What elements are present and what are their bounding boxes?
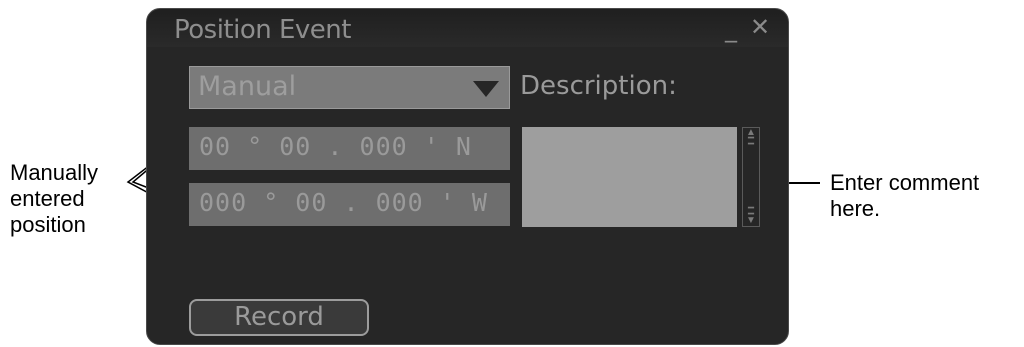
comment-scrollbar[interactable]: ▲ ━ ━ ━ ━ ▼ <box>742 127 760 227</box>
longitude-value: 000 ° 00 . 000 ' W <box>199 188 488 217</box>
scroll-down-icon[interactable]: ━ ━ ▼ <box>745 204 757 226</box>
title-bar[interactable]: Position Event _ ✕ <box>147 9 788 47</box>
annotation-manual-position: Manually entered position <box>10 160 99 237</box>
latitude-field[interactable]: 00 ° 00 . 000 ' N <box>189 127 510 170</box>
comment-textarea[interactable] <box>522 127 737 227</box>
scroll-up-icon[interactable]: ▲ ━ ━ <box>745 128 757 150</box>
latitude-value: 00 ° 00 . 000 ' N <box>199 132 472 161</box>
annotation-comment: Enter comment here. <box>830 170 980 221</box>
position-event-dialog: Position Event _ ✕ Manual Description: 0… <box>146 8 789 345</box>
dialog-title: Position Event <box>174 15 351 45</box>
longitude-field[interactable]: 000 ° 00 . 000 ' W <box>189 183 510 226</box>
close-icon[interactable]: ✕ <box>750 15 770 39</box>
dropdown-arrow-icon[interactable] <box>473 81 499 97</box>
mode-select-value: Manual <box>198 71 297 102</box>
mode-select[interactable]: Manual <box>189 66 510 109</box>
description-label: Description: <box>520 71 677 101</box>
record-button[interactable]: Record <box>189 299 369 336</box>
minimize-icon[interactable]: _ <box>725 17 737 41</box>
